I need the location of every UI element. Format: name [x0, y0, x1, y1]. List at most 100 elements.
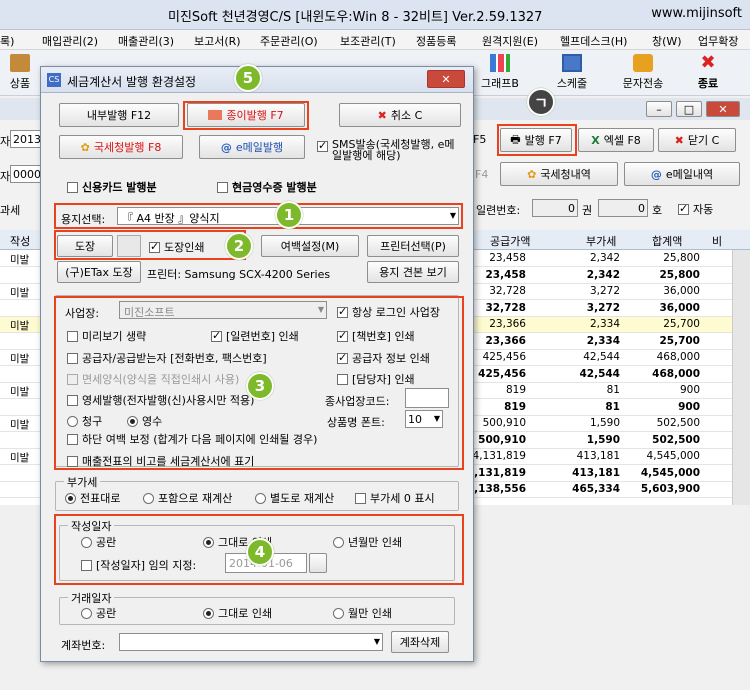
claim-radio[interactable]: 청구	[67, 413, 102, 429]
account-select[interactable]: ▼	[119, 633, 383, 651]
sub-close-button[interactable]: ✕	[706, 101, 740, 117]
menu-item[interactable]: 보고서(R)	[194, 33, 241, 49]
tax-exempt-checkbox[interactable]: 면세양식(양식을 직접인쇄시 사용)	[67, 371, 239, 387]
serial-field-a[interactable]: 0	[532, 199, 578, 217]
credit-card-checkbox[interactable]: 신용카드 발행분	[67, 179, 157, 195]
menu-item[interactable]: 창(W)	[652, 33, 682, 49]
business-select[interactable]: 미진소프트 ▼	[119, 301, 327, 319]
trade-asis-radio[interactable]: 그대로 인쇄	[203, 605, 272, 621]
email-history-button[interactable]: @ e메일내역	[624, 162, 740, 186]
supplier-info-checkbox[interactable]: 공급자 정보 인쇄	[337, 350, 430, 366]
write-date-label: 작성일자	[68, 518, 115, 534]
account-delete-button[interactable]: 계좌삭제	[391, 631, 449, 653]
receipt-radio[interactable]: 영수	[127, 413, 162, 429]
date-custom-checkbox[interactable]: [작성일자] 임의 지정:	[81, 557, 196, 573]
schedule-button[interactable]: 스케줄	[548, 52, 596, 94]
trade-blank-radio[interactable]: 공란	[81, 605, 116, 621]
excel-button[interactable]: X 엑셀 F8	[578, 128, 654, 152]
exit-button[interactable]: ✖ 종료	[688, 52, 728, 94]
internal-issue-button[interactable]: 내부발행 F12	[59, 103, 179, 127]
serial-print-checkbox[interactable]: [일련번호] 인쇄	[211, 328, 299, 344]
amount-cell: 468,000	[652, 367, 700, 380]
vat-separate-radio[interactable]: 별도로 재계산	[255, 490, 334, 506]
etax-stamp-button[interactable]: (구)ETax 도장	[57, 261, 141, 283]
graph-button[interactable]: 그래프B	[470, 52, 530, 94]
menu-item[interactable]: 업무확장	[698, 33, 738, 49]
date-blank-radio[interactable]: 공란	[81, 534, 116, 550]
printer-select-button[interactable]: 프린터선택(P)	[367, 235, 459, 257]
nts-issue-button[interactable]: ✿ 국세청발행 F8	[59, 135, 183, 159]
amount-cell: 4,545,000	[646, 450, 700, 462]
auto-checkbox[interactable]: 자동	[678, 201, 713, 217]
bottom-margin-checkbox[interactable]: 하단 여백 보정 (합계가 다음 페이지에 인쇄될 경우)	[67, 431, 317, 447]
preview-skip-checkbox[interactable]: 미리보기 생략	[67, 328, 146, 344]
sub-code-field[interactable]	[405, 388, 449, 408]
sub-maximize-button[interactable]: □	[676, 101, 702, 117]
amount-cell: 4,131,819	[466, 466, 526, 479]
sms-checkbox[interactable]: SMS발송(국세청발행, e메일발행에 해당)	[317, 139, 462, 161]
menu-item[interactable]: 록)	[0, 33, 14, 49]
sub-minimize-button[interactable]: –	[646, 101, 672, 117]
book-print-checkbox[interactable]: [책번호] 인쇄	[337, 328, 415, 344]
amount-cell: 500,910	[482, 417, 526, 429]
amount-cell: 413,181	[572, 466, 620, 479]
manager-print-checkbox[interactable]: [담당자] 인쇄	[337, 371, 415, 387]
menu-item[interactable]: 주문관리(O)	[260, 33, 318, 49]
sms-button[interactable]: 문자전송	[614, 52, 672, 94]
status-cell: 미발	[10, 287, 30, 299]
date-picker-button[interactable]	[309, 553, 327, 573]
nts-history-button[interactable]: ✿ 국세청내역	[500, 162, 618, 186]
phone-fax-checkbox[interactable]: 공급자/공급받는자 [전화번호, 팩스번호]	[67, 350, 267, 366]
amount-cell: 900	[678, 400, 700, 413]
cash-receipt-checkbox[interactable]: 현금영수증 발행분	[217, 179, 317, 195]
menu-item[interactable]: 원격지원(E)	[482, 33, 538, 49]
grid-scrollbar[interactable]	[732, 250, 750, 505]
paper-sample-button[interactable]: 용지 견본 보기	[367, 261, 459, 283]
email-issue-button[interactable]: @ e메일발행	[199, 135, 305, 159]
issue-button[interactable]: 🖶 발행 F7	[500, 128, 572, 152]
ho-label: 호	[652, 204, 663, 217]
cancel-button[interactable]: ✖ 취소 C	[339, 103, 461, 127]
stamp-button[interactable]: 도장	[57, 235, 113, 257]
menu-item[interactable]: 헬프데스크(H)	[560, 33, 627, 49]
vat-include-radio[interactable]: 포함으로 재계산	[143, 490, 232, 506]
exit-icon: ✖	[700, 52, 716, 73]
date-field[interactable]: 2013	[10, 130, 44, 148]
amount-cell: 25,700	[659, 334, 700, 347]
menu-item[interactable]: 매출관리(3)	[118, 33, 174, 49]
printer-icon: 🖶	[510, 132, 521, 146]
tax-label: 과세	[0, 204, 21, 217]
amount-cell: 502,500	[652, 433, 700, 446]
paper-issue-button[interactable]: 종이발행 F7	[187, 103, 305, 127]
amount-cell: 23,366	[489, 318, 526, 330]
trade-month-radio[interactable]: 월만 인쇄	[333, 605, 392, 621]
font-size-select[interactable]: 10 ▼	[405, 410, 443, 428]
menu-item[interactable]: 정품등록	[416, 33, 456, 49]
amount-cell: 3,272	[586, 301, 620, 314]
flower-icon: ✿	[80, 140, 90, 154]
vat-asis-radio[interactable]: 전표대로	[65, 490, 120, 506]
amount-cell: 2,342	[586, 268, 620, 281]
amount-cell: 23,458	[489, 252, 526, 264]
stamp-print-checkbox[interactable]: 도장인쇄	[149, 239, 204, 255]
code-field[interactable]: 0000	[10, 165, 44, 183]
zero-rate-checkbox[interactable]: 영세발행(전자발행(신)사용시만 적용)	[67, 392, 254, 408]
margin-settings-button[interactable]: 여백설정(M)	[261, 235, 359, 257]
menu-item[interactable]: 매입관리(2)	[42, 33, 98, 49]
always-login-checkbox[interactable]: 항상 로그인 사업장	[337, 304, 440, 320]
menu-item[interactable]: 보조관리(T)	[340, 33, 396, 49]
dialog-title: 세금계산서 발행 환경설정	[67, 75, 197, 89]
app-url: www.mijinsoft	[651, 6, 742, 21]
date-yearmonth-radio[interactable]: 년월만 인쇄	[333, 534, 402, 550]
product-button[interactable]: 상품	[0, 52, 40, 94]
step-badge-g: ㄱ	[527, 88, 555, 116]
serial-field-b[interactable]: 0	[598, 199, 648, 217]
f4-label: F4	[475, 168, 489, 181]
close-button[interactable]: ✖ 닫기 C	[658, 128, 736, 152]
menu-bar: 록) 매입관리(2) 매출관리(3) 보고서(R) 주문관리(O) 보조관리(T…	[0, 30, 750, 50]
amount-cell: 81	[606, 384, 620, 396]
remark-checkbox[interactable]: 매출전표의 비고를 세금계산서에 표기	[67, 453, 254, 469]
vat-zero-checkbox[interactable]: 부가세 0 표시	[355, 490, 435, 506]
amount-cell: 32,728	[489, 285, 526, 297]
dialog-close-button[interactable]: ✕	[427, 70, 465, 88]
